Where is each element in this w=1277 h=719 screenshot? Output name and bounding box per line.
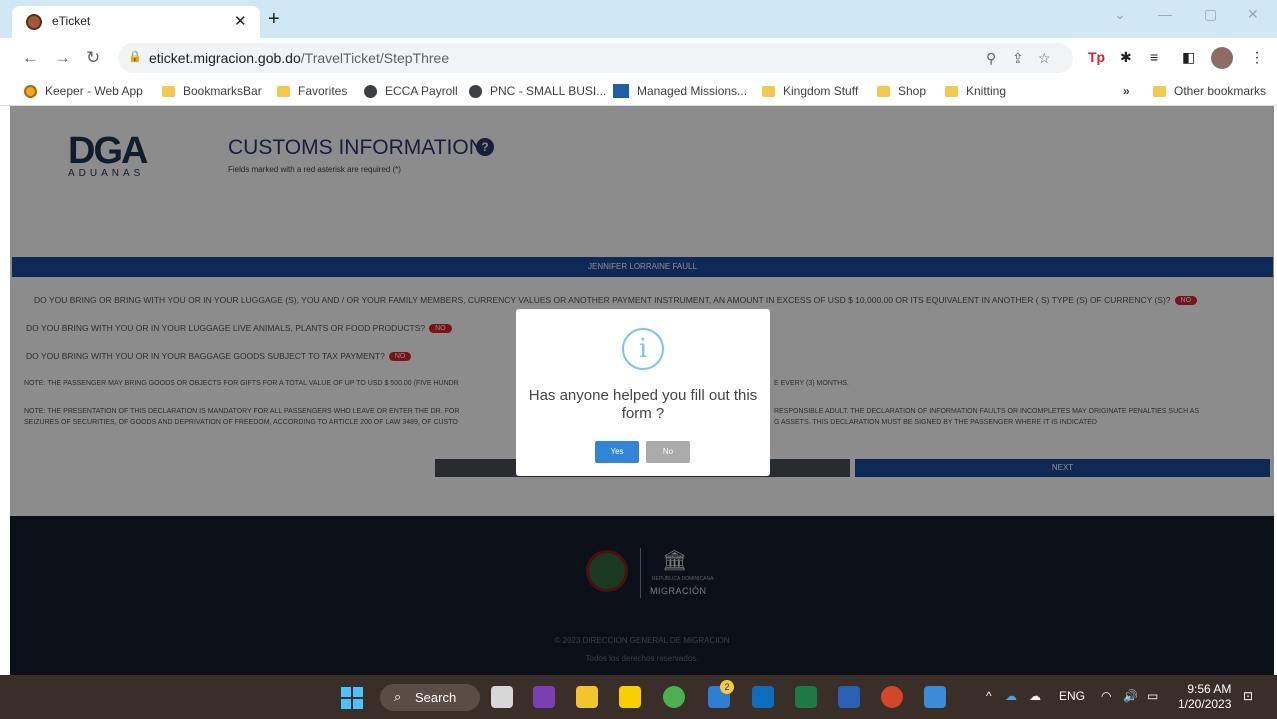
tab-eticket[interactable]: eTicket ✕ xyxy=(12,6,260,38)
bookmark-kingdom-stuff[interactable]: Kingdom Stuff xyxy=(762,84,858,98)
managed-missions-icon xyxy=(613,84,629,98)
tab-strip: eTicket ✕ + ⌄ — ▢ ✕ xyxy=(0,0,1277,38)
zoom-icon[interactable]: ⚲ xyxy=(986,50,996,67)
tab-search-icon[interactable]: ⌄ xyxy=(1114,6,1126,23)
folder-icon xyxy=(762,85,775,97)
minimize-icon[interactable]: — xyxy=(1158,6,1172,22)
bookmark-shop[interactable]: Shop xyxy=(877,84,926,98)
notification-badge: 2 xyxy=(720,680,734,694)
globe-icon xyxy=(469,84,482,98)
help-dialog: i Has anyone helped you fill out this fo… xyxy=(516,309,770,476)
browser-toolbar: ← → ↻ 🔒 eticket.migracion.gob.do/TravelT… xyxy=(0,38,1277,78)
dialog-question: Has anyone helped you fill out this form… xyxy=(528,387,758,422)
star-icon[interactable]: ☆ xyxy=(1038,50,1051,67)
bookmark-pnc[interactable]: PNC - SMALL BUSI... xyxy=(469,84,606,98)
powerpoint-icon[interactable] xyxy=(881,686,903,708)
weather-icon[interactable]: ☁ xyxy=(1029,689,1041,703)
battery-icon[interactable]: ▭ xyxy=(1147,689,1158,703)
word-icon[interactable] xyxy=(838,686,860,708)
bookmark-favorites[interactable]: Favorites xyxy=(277,84,347,98)
bookmark-knitting[interactable]: Knitting xyxy=(945,84,1006,98)
volume-icon[interactable]: 🔊 xyxy=(1123,689,1138,703)
share-icon[interactable]: ⇪ xyxy=(1012,50,1024,67)
more-bookmarks-button[interactable]: » xyxy=(1123,84,1130,98)
task-view-icon[interactable] xyxy=(491,686,513,708)
folder-icon xyxy=(277,85,290,97)
folder-icon xyxy=(1153,85,1166,97)
taskbar-search[interactable]: ⌕ Search xyxy=(380,684,480,711)
keeper-icon xyxy=(24,84,37,98)
reading-list-icon[interactable]: ≡ xyxy=(1150,49,1158,65)
folder-icon xyxy=(877,85,890,97)
tab-close-icon[interactable]: ✕ xyxy=(234,12,247,30)
windows-taskbar: ⌕ Search 2 ^ ☁ ☁ ENG ◠ 🔊 ▭ 9:56 AM 1/20/… xyxy=(0,675,1277,719)
wifi-icon[interactable]: ◠ xyxy=(1101,689,1111,703)
yes-button[interactable]: Yes xyxy=(595,441,639,463)
reload-icon[interactable]: ↻ xyxy=(86,48,100,68)
lock-icon: 🔒 xyxy=(128,51,142,63)
snipping-tool-icon[interactable] xyxy=(924,686,946,708)
bookmark-ecca-payroll[interactable]: ECCA Payroll xyxy=(364,84,458,98)
profile-avatar[interactable] xyxy=(1211,47,1233,69)
sticky-notes-icon[interactable] xyxy=(619,686,641,708)
maximize-icon[interactable]: ▢ xyxy=(1204,6,1217,23)
language-indicator[interactable]: ENG xyxy=(1059,689,1085,703)
bookmark-bookmarksbar[interactable]: BookmarksBar xyxy=(162,84,262,98)
search-icon: ⌕ xyxy=(394,689,402,704)
tp-extension-icon[interactable]: Tp xyxy=(1088,49,1105,65)
back-arrow-icon[interactable]: ← xyxy=(22,48,39,68)
bookmarks-bar: Keeper - Web App BookmarksBar Favorites … xyxy=(0,78,1277,106)
extensions-puzzle-icon[interactable]: ✱ xyxy=(1120,49,1132,66)
outlook-icon[interactable] xyxy=(752,686,774,708)
windows-start-icon[interactable] xyxy=(341,687,363,709)
url-path: /TravelTicket/StepThree xyxy=(300,50,450,66)
forward-arrow-icon[interactable]: → xyxy=(54,48,71,68)
globe-icon xyxy=(364,84,377,98)
show-hidden-icons[interactable]: ^ xyxy=(986,689,992,703)
folder-icon xyxy=(162,85,175,97)
onenote-icon[interactable] xyxy=(533,686,555,708)
menu-kebab-icon[interactable]: ⋮ xyxy=(1250,49,1264,66)
chrome-icon[interactable] xyxy=(663,686,685,708)
system-clock[interactable]: 9:56 AM 1/20/2023 xyxy=(1178,682,1231,712)
file-explorer-icon[interactable] xyxy=(576,686,598,708)
onedrive-icon[interactable]: ☁ xyxy=(1005,689,1017,703)
other-bookmarks[interactable]: Other bookmarks xyxy=(1153,84,1266,98)
close-window-icon[interactable]: ✕ xyxy=(1247,6,1259,23)
new-tab-button[interactable]: + xyxy=(268,8,280,31)
site-favicon-icon xyxy=(26,14,42,30)
bookmark-keeper[interactable]: Keeper - Web App xyxy=(24,84,143,98)
folder-icon xyxy=(945,85,958,97)
notifications-icon[interactable]: ⊡ xyxy=(1243,689,1253,703)
bookmark-managed-missions[interactable]: Managed Missions... xyxy=(613,84,747,98)
address-bar[interactable]: 🔒 eticket.migracion.gob.do/TravelTicket/… xyxy=(118,43,1073,73)
side-panel-icon[interactable]: ◧ xyxy=(1182,49,1195,66)
excel-icon[interactable] xyxy=(795,686,817,708)
no-button[interactable]: No xyxy=(646,441,690,463)
tab-title: eTicket xyxy=(52,14,91,28)
url-host: eticket.migracion.gob.do xyxy=(149,50,301,66)
info-icon: i xyxy=(622,328,664,370)
